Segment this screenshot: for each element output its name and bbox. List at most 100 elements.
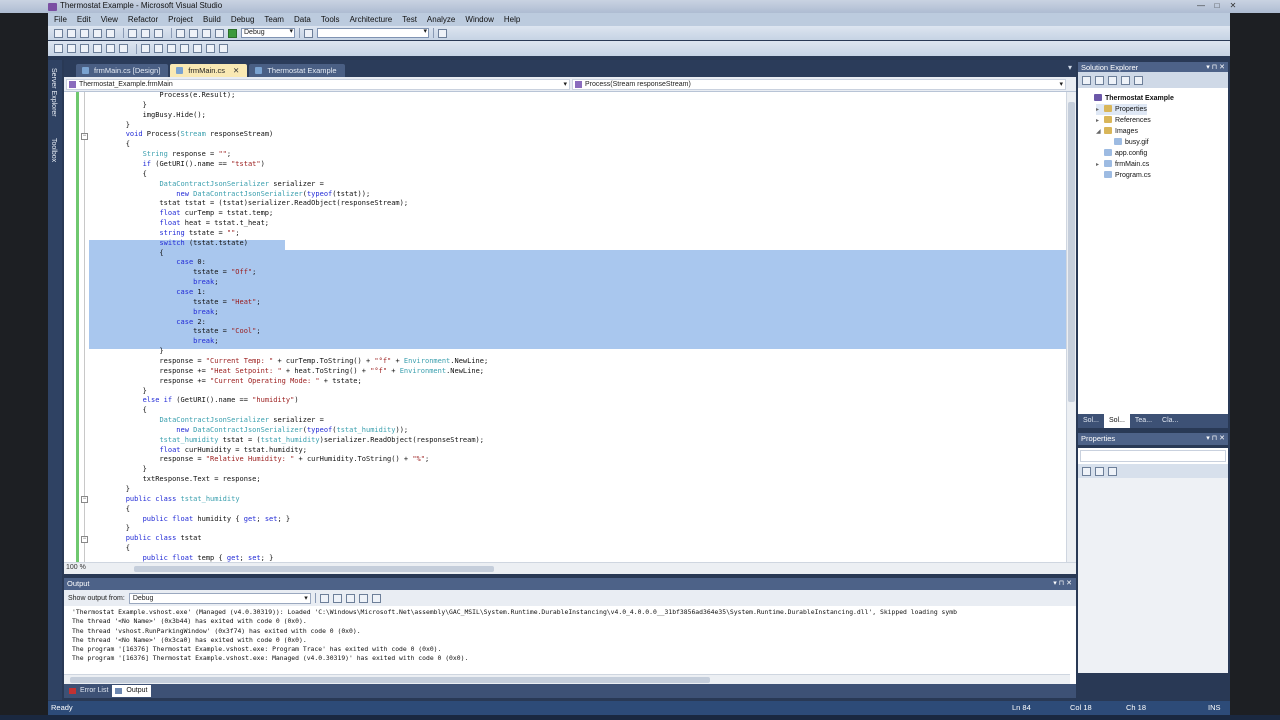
menu-window[interactable]: Window [465,15,493,24]
tab-error-list[interactable]: Error List [66,685,112,697]
align-lefts-icon[interactable] [54,44,63,53]
toolbox-tab[interactable]: Toolbox [50,138,57,162]
menu-architecture[interactable]: Architecture [350,15,393,24]
find-combo[interactable] [317,28,429,38]
open-file-icon[interactable] [80,28,89,38]
property-pages-icon[interactable] [1108,466,1117,476]
add-item-icon[interactable] [67,28,76,38]
menu-project[interactable]: Project [168,15,193,24]
output-source-select[interactable]: Debug [128,592,311,604]
tab-team-explorer[interactable]: Tea... [1130,414,1157,428]
save-icon[interactable] [93,28,102,38]
horizontal-spacing-icon[interactable] [180,44,189,53]
collapse-icon[interactable]: − [81,133,88,140]
new-project-icon[interactable] [54,28,63,38]
tab-frmmain-design[interactable]: frmMain.cs [Design] [76,64,169,77]
object-selector[interactable] [1080,450,1226,462]
redo-icon[interactable] [189,28,198,38]
categorized-icon[interactable] [1082,466,1091,476]
tree-item[interactable]: ▸ frmMain.cs [1096,159,1149,170]
view-designer-icon[interactable] [1134,75,1143,85]
code-text-area[interactable]: − − − Process(e.Result); } imgBusy.Hide(… [64,92,1076,562]
close-tab-icon[interactable]: ✕ [233,66,239,75]
editor-horizontal-scrollbar[interactable]: 100 % [64,562,1076,574]
zoom-level[interactable]: 100 % [66,564,86,571]
maximize-icon[interactable]: □ [1210,0,1224,11]
vertical-spacing-icon[interactable] [193,44,202,53]
same-width-icon[interactable] [141,44,150,53]
pane-dropdown-icon[interactable]: ▾ [1068,63,1072,72]
refresh-icon[interactable] [1108,75,1117,85]
menu-help[interactable]: Help [504,15,520,24]
align-bottoms-icon[interactable] [119,44,128,53]
menu-file[interactable]: File [54,15,67,24]
tab-thermostat-example[interactable]: Thermostat Example [249,64,345,77]
output-horizontal-scrollbar[interactable] [64,674,1070,684]
navigate-back-icon[interactable] [202,28,211,38]
panel-controls-icon[interactable]: ▾ ⊓ ✕ [1053,578,1072,590]
paste-icon[interactable] [154,28,163,38]
properties-icon[interactable] [1082,75,1091,85]
menu-build[interactable]: Build [203,15,221,24]
server-explorer-tab[interactable]: Server Explorer [50,68,57,117]
expand-arrow-icon[interactable]: ◢ [1096,127,1104,138]
navigate-forward-icon[interactable] [215,28,224,38]
undo-icon[interactable] [176,28,185,38]
view-code-icon[interactable] [1121,75,1130,85]
tab-class-view[interactable]: Cla... [1157,414,1183,428]
scroll-thumb[interactable] [1068,102,1075,402]
scroll-thumb[interactable] [134,566,494,572]
menu-tools[interactable]: Tools [321,15,340,24]
menu-edit[interactable]: Edit [77,15,91,24]
menu-test[interactable]: Test [402,15,417,24]
show-all-files-icon[interactable] [1095,75,1104,85]
go-to-previous-icon[interactable] [332,593,342,603]
align-rights-icon[interactable] [80,44,89,53]
member-dropdown[interactable]: Process(Stream responseStream) [572,79,1066,90]
start-debugging-icon[interactable] [228,28,237,38]
tree-item[interactable]: app.config [1096,148,1147,159]
tab-solution-explorer-alt[interactable]: Sol... [1078,414,1104,428]
align-centers-icon[interactable] [67,44,76,53]
menu-data[interactable]: Data [294,15,311,24]
tab-output[interactable]: Output [112,685,152,697]
menu-analyze[interactable]: Analyze [427,15,455,24]
collapse-icon[interactable]: − [81,536,88,543]
bring-to-front-icon[interactable] [206,44,215,53]
align-middles-icon[interactable] [106,44,115,53]
cut-icon[interactable] [128,28,137,38]
tree-item[interactable]: busy.gif [1106,137,1149,148]
tab-frmmain-cs[interactable]: frmMain.cs ✕ [170,64,248,77]
menu-view[interactable]: View [101,15,118,24]
tree-item[interactable]: Program.cs [1096,170,1151,181]
panel-controls-icon[interactable]: ▾ ⊓ ✕ [1206,433,1225,445]
tab-solution-explorer[interactable]: Sol... [1103,414,1130,428]
solution-configuration-select[interactable]: Debug [241,28,295,38]
alphabetical-icon[interactable] [1095,466,1104,476]
collapse-icon[interactable]: − [81,496,88,503]
go-to-next-icon[interactable] [345,593,355,603]
close-icon[interactable]: ✕ [1226,0,1240,11]
menu-refactor[interactable]: Refactor [128,15,158,24]
find-message-icon[interactable] [319,593,329,603]
minimize-icon[interactable]: — [1194,0,1208,11]
type-dropdown[interactable]: Thermostat_Example.frmMain [66,79,570,90]
send-to-back-icon[interactable] [219,44,228,53]
menu-team[interactable]: Team [264,15,284,24]
find-in-files-icon[interactable] [304,28,313,38]
tree-item[interactable]: ◢ Images [1096,126,1138,137]
save-all-icon[interactable] [106,28,115,38]
clear-all-icon[interactable] [358,593,368,603]
tree-item[interactable]: ▸ References [1096,115,1151,126]
tree-item[interactable]: Thermostat Example [1086,93,1174,104]
output-text[interactable]: 'Thermostat Example.vshost.exe' (Managed… [72,608,1062,672]
word-wrap-icon[interactable] [371,593,381,603]
same-size-icon[interactable] [167,44,176,53]
scroll-thumb[interactable] [70,677,710,683]
align-tops-icon[interactable] [93,44,102,53]
solution-explorer-icon[interactable] [438,28,447,38]
same-height-icon[interactable] [154,44,163,53]
tree-item[interactable]: ▸ Properties [1096,104,1147,115]
menu-debug[interactable]: Debug [231,15,255,24]
editor-vertical-scrollbar[interactable] [1066,92,1076,562]
